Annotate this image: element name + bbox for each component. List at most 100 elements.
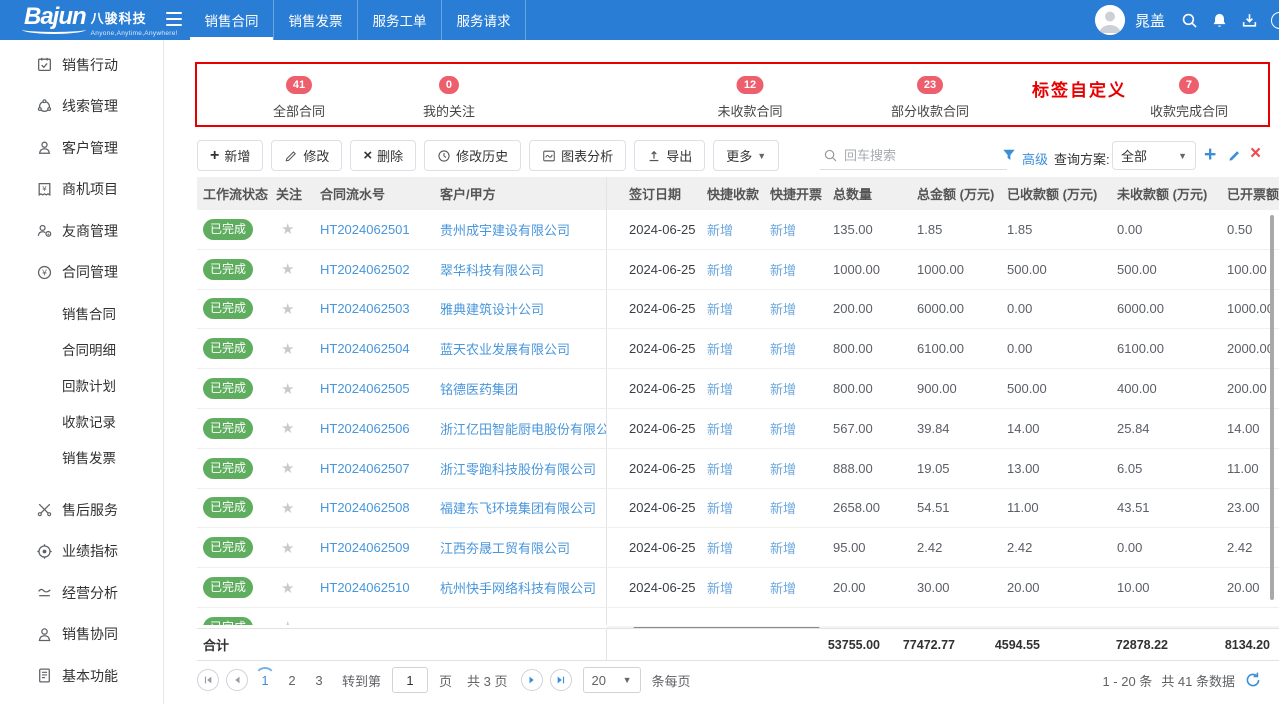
bell-icon[interactable] bbox=[1211, 12, 1228, 29]
quick-invoice-link[interactable]: 新增 bbox=[770, 419, 796, 438]
sidebar-item-partners[interactable]: + 友商管理 bbox=[0, 210, 163, 252]
contract-no-link[interactable]: HT2024062509 bbox=[320, 540, 410, 555]
star-icon[interactable]: ★ bbox=[281, 579, 294, 597]
contract-no-link[interactable]: HT2024062508 bbox=[320, 500, 410, 515]
customer-link[interactable]: 福建东飞环境集团有限公司 bbox=[440, 498, 596, 517]
sidebar-subitem-payback-plan[interactable]: 回款计划 bbox=[0, 367, 163, 403]
quick-receive-link[interactable]: 新增 bbox=[707, 260, 733, 279]
sidebar-subitem-sales-invoice[interactable]: 销售发票 bbox=[0, 439, 163, 475]
customer-link[interactable]: 蓝天农业发展有限公司 bbox=[440, 339, 570, 358]
next-page-button[interactable] bbox=[521, 669, 543, 691]
sidebar-item-collaboration[interactable]: 销售协同 bbox=[0, 614, 163, 656]
page-3[interactable]: 3 bbox=[309, 673, 329, 688]
quick-receive-link[interactable]: 新增 bbox=[707, 220, 733, 239]
edge-clipped-icon[interactable] bbox=[1271, 12, 1279, 29]
quick-invoice-link[interactable]: 新增 bbox=[770, 578, 796, 597]
quick-invoice-link[interactable]: 新增 bbox=[770, 299, 796, 318]
quick-receive-link[interactable]: 新增 bbox=[707, 419, 733, 438]
contract-no-link[interactable]: HT2024062506 bbox=[320, 421, 410, 436]
star-icon[interactable]: ★ bbox=[281, 220, 294, 238]
quick-receive-link[interactable]: 新增 bbox=[707, 498, 733, 517]
star-icon[interactable]: ★ bbox=[281, 419, 294, 437]
filter-tab-unpaid[interactable]: 12 未收款合同 bbox=[717, 75, 782, 120]
contract-no-link[interactable]: HT2024062507 bbox=[320, 461, 410, 476]
sidebar-item-analysis[interactable]: 经营分析 bbox=[0, 572, 163, 614]
download-icon[interactable] bbox=[1241, 12, 1258, 29]
contract-no-link[interactable]: HT2024062504 bbox=[320, 341, 410, 356]
delete-scheme-icon[interactable]: × bbox=[1250, 142, 1261, 166]
query-scheme-select[interactable]: 全部 ▼ bbox=[1112, 141, 1196, 170]
customer-link[interactable]: 江西夯晟工贸有限公司 bbox=[440, 538, 570, 557]
refresh-icon[interactable] bbox=[1244, 671, 1262, 689]
edit-button[interactable]: 修改 bbox=[271, 140, 342, 171]
quick-invoice-link[interactable]: 新增 bbox=[770, 459, 796, 478]
sidebar-subitem-receipt-record[interactable]: 收款记录 bbox=[0, 403, 163, 439]
quick-receive-link[interactable]: 新增 bbox=[707, 459, 733, 478]
filter-tab-partially-paid[interactable]: 23 部分收款合同 bbox=[891, 75, 969, 120]
delete-button[interactable]: × 删除 bbox=[350, 140, 416, 171]
star-icon[interactable]: ★ bbox=[281, 499, 294, 517]
sidebar-item-kpi[interactable]: 业绩指标 bbox=[0, 531, 163, 573]
star-icon[interactable]: ★ bbox=[281, 380, 294, 398]
export-button[interactable]: 导出 bbox=[634, 140, 705, 171]
page-2[interactable]: 2 bbox=[282, 673, 302, 688]
filter-icon[interactable] bbox=[1002, 148, 1016, 162]
chart-analysis-button[interactable]: 图表分析 bbox=[529, 140, 626, 171]
quick-invoice-link[interactable]: 新增 bbox=[770, 260, 796, 279]
star-icon[interactable]: ★ bbox=[281, 618, 294, 625]
customer-link[interactable]: 铭德医药集团 bbox=[440, 379, 518, 398]
edit-scheme-icon[interactable] bbox=[1227, 148, 1242, 163]
filter-tab-my-follow[interactable]: 0 我的关注 bbox=[423, 75, 475, 120]
quick-receive-link[interactable]: 新增 bbox=[707, 538, 733, 557]
nav-tab-service-request[interactable]: 服务请求 bbox=[442, 0, 526, 40]
edit-history-button[interactable]: 修改历史 bbox=[424, 140, 521, 171]
quick-receive-link[interactable]: 新增 bbox=[707, 339, 733, 358]
user-name[interactable]: 晁盖 bbox=[1135, 10, 1165, 31]
search-icon[interactable] bbox=[1181, 12, 1198, 29]
filter-tab-all-contracts[interactable]: 41 全部合同 bbox=[273, 75, 325, 120]
star-icon[interactable]: ★ bbox=[281, 459, 294, 477]
add-scheme-icon[interactable]: + bbox=[1204, 143, 1216, 167]
page-size-select[interactable]: 20 ▼ bbox=[583, 667, 641, 693]
sidebar-item-sales-action[interactable]: 销售行动 bbox=[0, 44, 163, 86]
customer-link[interactable]: 翠华科技有限公司 bbox=[440, 260, 544, 279]
hamburger-icon[interactable] bbox=[166, 12, 182, 26]
goto-page-input[interactable] bbox=[392, 667, 428, 693]
quick-invoice-link[interactable]: 新增 bbox=[770, 339, 796, 358]
last-page-button[interactable] bbox=[550, 669, 572, 691]
quick-invoice-link[interactable]: 新增 bbox=[770, 220, 796, 239]
vertical-scrollbar[interactable] bbox=[1270, 215, 1274, 600]
advanced-search-link[interactable]: 高级 bbox=[1022, 149, 1048, 168]
nav-tab-sales-contract[interactable]: 销售合同 bbox=[190, 0, 274, 40]
contract-no-link[interactable]: HT2024062510 bbox=[320, 580, 410, 595]
quick-invoice-link[interactable]: 新增 bbox=[770, 538, 796, 557]
contract-no-link[interactable]: HT2024062503 bbox=[320, 301, 410, 316]
more-button[interactable]: 更多 ▼ bbox=[713, 140, 779, 171]
page-1[interactable]: 1 bbox=[255, 673, 275, 688]
star-icon[interactable]: ★ bbox=[281, 300, 294, 318]
sidebar-subitem-contract-detail[interactable]: 合同明细 bbox=[0, 331, 163, 367]
contract-no-link[interactable]: HT2024062505 bbox=[320, 381, 410, 396]
contract-no-link[interactable]: HT2024062502 bbox=[320, 262, 410, 277]
quick-invoice-link[interactable]: 新增 bbox=[770, 379, 796, 398]
contract-no-link[interactable]: HT2024062501 bbox=[320, 222, 410, 237]
customer-link[interactable]: 雅典建筑设计公司 bbox=[440, 299, 544, 318]
filter-tab-fully-paid[interactable]: 7 收款完成合同 bbox=[1150, 75, 1228, 120]
star-icon[interactable]: ★ bbox=[281, 539, 294, 557]
customer-link[interactable]: 浙江亿田智能厨电股份有限公司 bbox=[440, 419, 607, 438]
sidebar-item-after-sales[interactable]: 售后服务 bbox=[0, 489, 163, 531]
nav-tab-service-order[interactable]: 服务工单 bbox=[358, 0, 442, 40]
star-icon[interactable]: ★ bbox=[281, 260, 294, 278]
quick-invoice-link[interactable]: 新增 bbox=[770, 498, 796, 517]
quick-receive-link[interactable]: 新增 bbox=[707, 379, 733, 398]
quick-receive-link[interactable]: 新增 bbox=[707, 299, 733, 318]
customer-link[interactable]: 杭州快手网络科技有限公司 bbox=[440, 578, 596, 597]
customer-link[interactable]: 浙江零跑科技股份有限公司 bbox=[440, 459, 596, 478]
sidebar-subitem-sales-contract[interactable]: 销售合同 bbox=[0, 295, 163, 331]
quick-receive-link[interactable]: 新增 bbox=[707, 578, 733, 597]
add-button[interactable]: + 新增 bbox=[197, 140, 263, 171]
star-icon[interactable]: ★ bbox=[281, 340, 294, 358]
avatar[interactable] bbox=[1095, 5, 1125, 35]
sidebar-item-customers[interactable]: 客户管理 bbox=[0, 127, 163, 169]
sidebar-item-basic[interactable]: 基本功能 bbox=[0, 655, 163, 697]
